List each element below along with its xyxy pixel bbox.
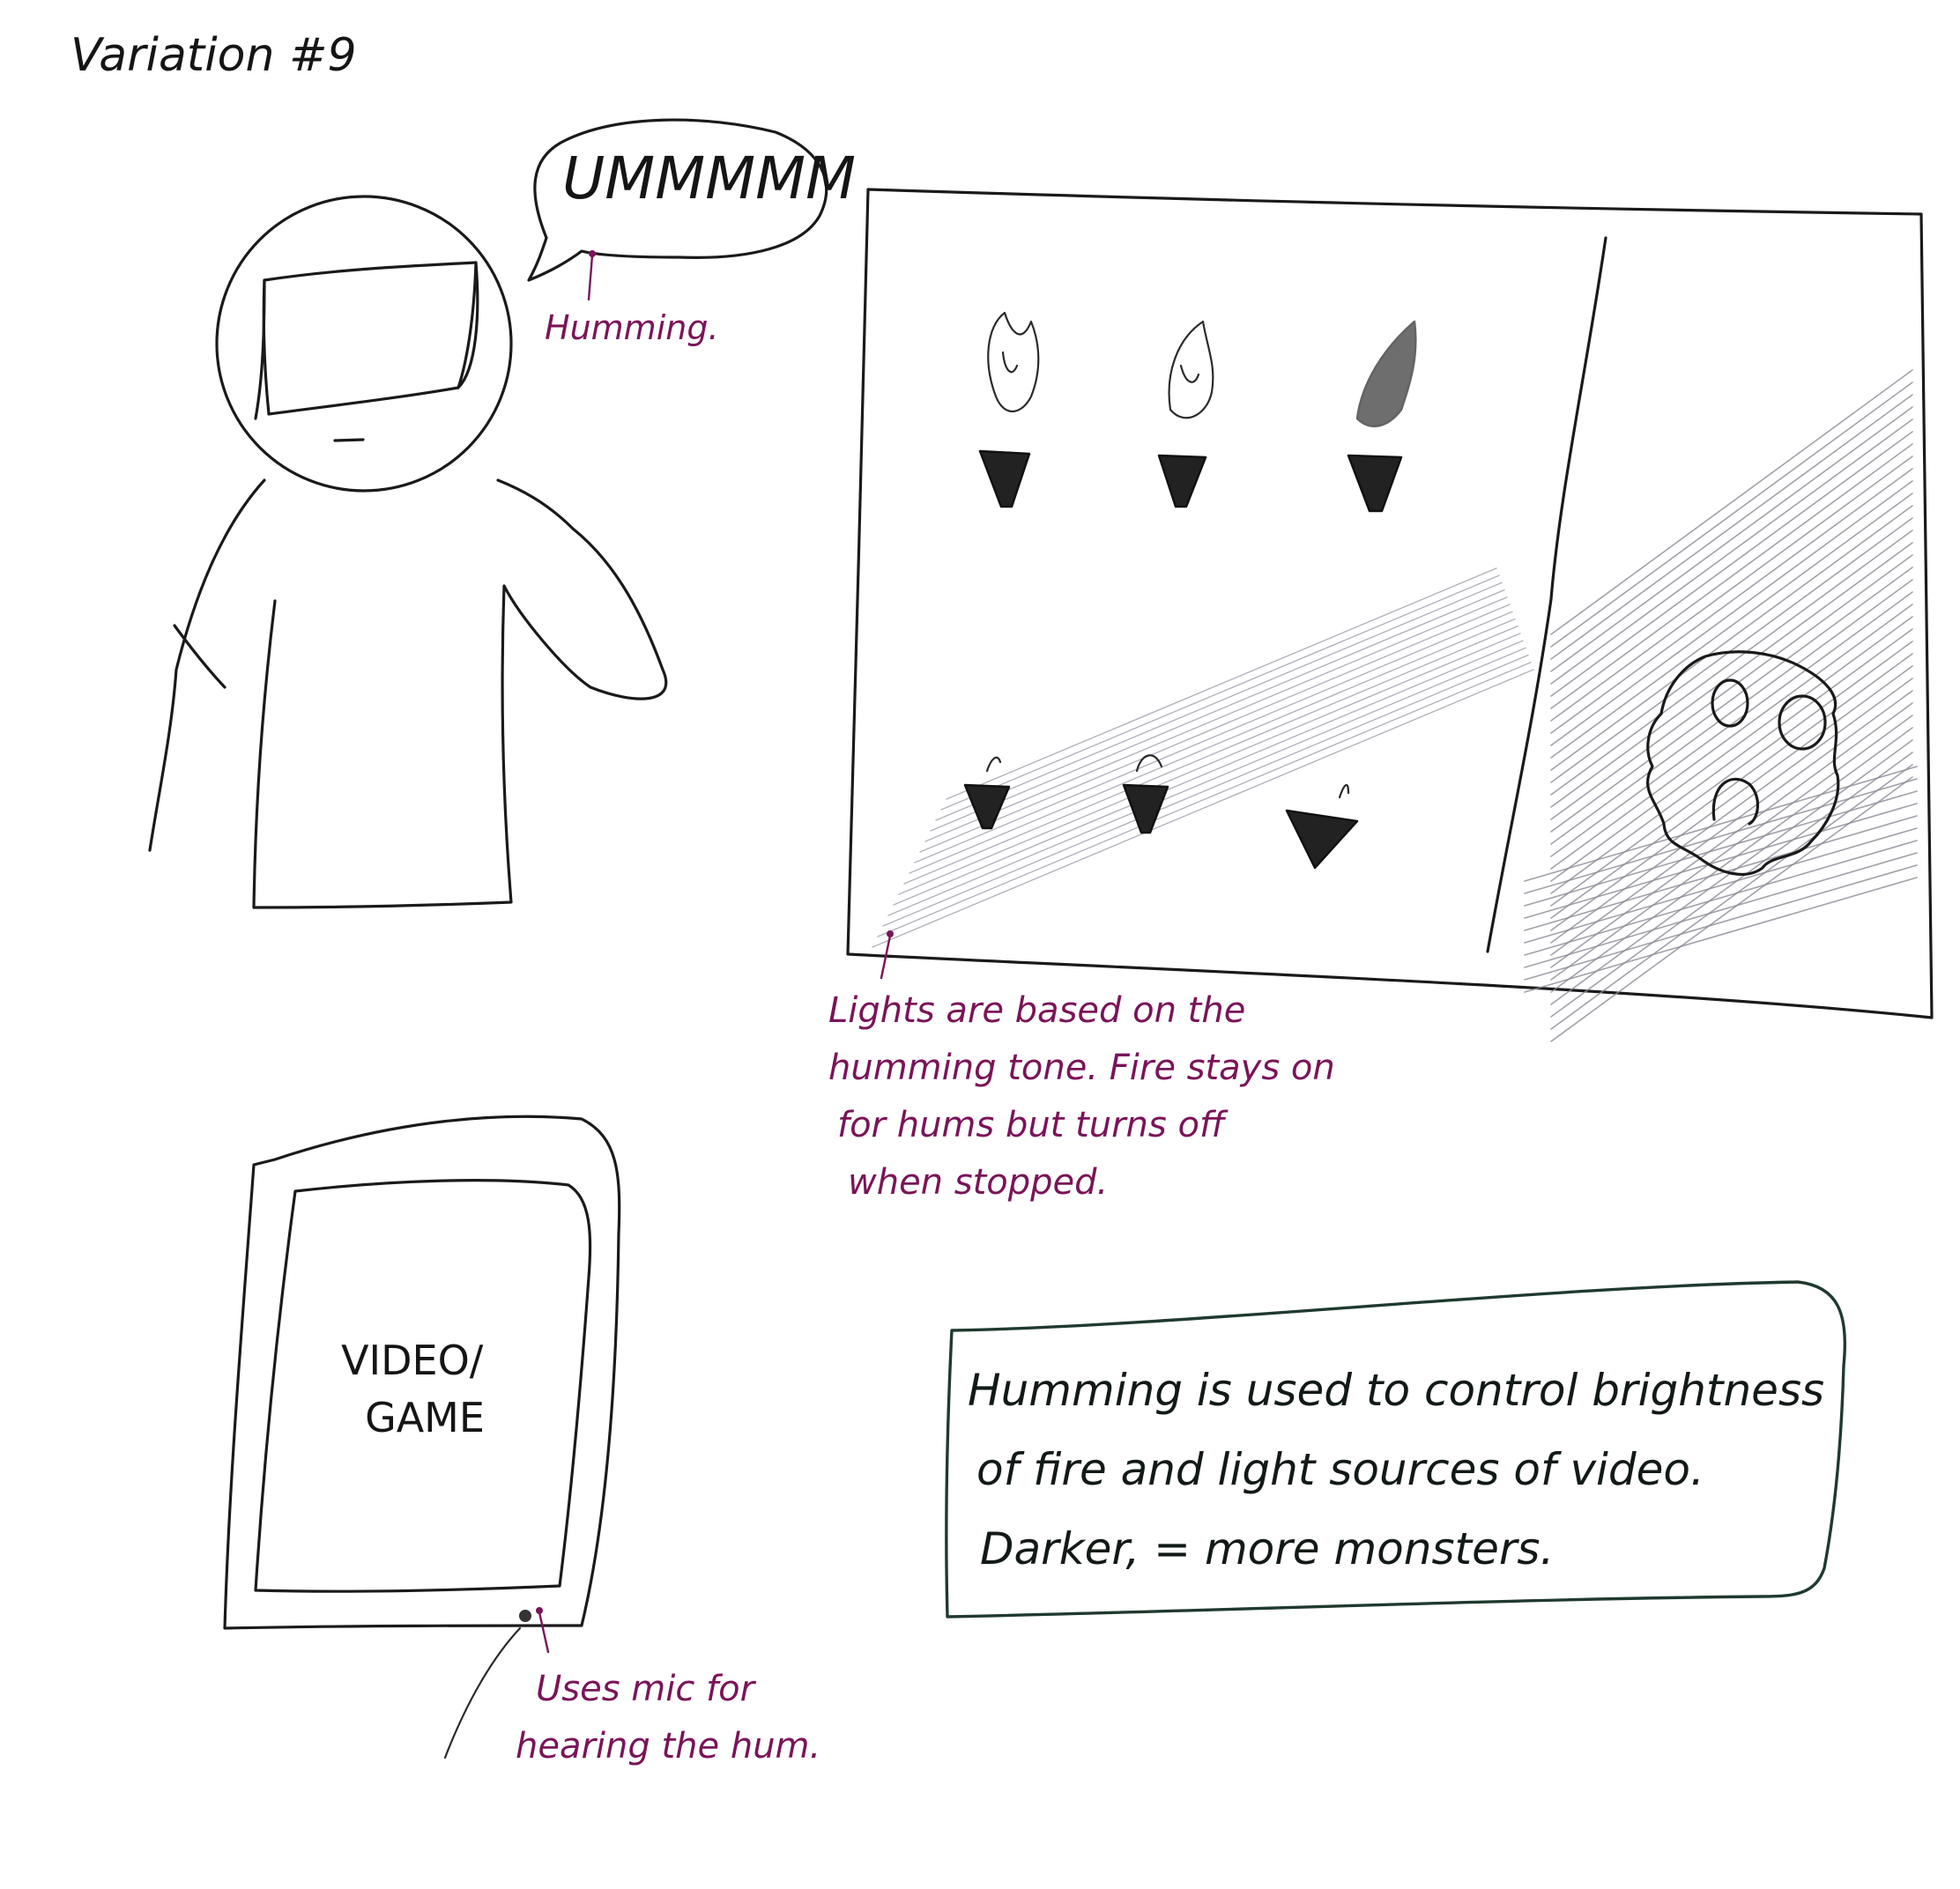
ground-hatching	[872, 567, 1534, 948]
mic-note-line-2: hearing the hum.	[516, 1726, 820, 1767]
svg-text:Humming is used to control bri: Humming is used to control brightness of…	[968, 1365, 1838, 1574]
svg-text:Uses mic for hearing the: Uses mic for hearing the hum.	[516, 1669, 820, 1767]
game-scene-panel	[846, 188, 1934, 1042]
summary-line-2: of fire and light sources of video.	[976, 1444, 1704, 1495]
humming-annotation: Humming.	[545, 250, 719, 347]
monster	[1646, 650, 1840, 876]
device-label-line-1: VIDEO/	[341, 1337, 484, 1384]
torch-lit-1	[978, 311, 1040, 508]
torch-lit-3	[1347, 320, 1417, 513]
monster-mouth	[1711, 777, 1759, 826]
page-title: Variation #9	[71, 29, 357, 82]
summary-line-3: Darker, = more monsters.	[980, 1523, 1554, 1574]
wall-hatching	[1524, 369, 1918, 1042]
lights-note-line-1: Lights are based on the	[828, 990, 1245, 1031]
person-mouth	[333, 438, 365, 442]
speech-bubble: UMMMMM	[527, 118, 856, 282]
speech-bubble-text: UMMMMM	[562, 144, 856, 212]
tablet-device: VIDEO/ GAME	[223, 1115, 621, 1759]
sketch-canvas: Variation #9 UMMMMM Humming. Lights are …	[71, 29, 1934, 1767]
device-label-line-2: GAME	[365, 1394, 485, 1441]
svg-text:Lights are based on the: Lights are based on the humming tone. Fi…	[828, 990, 1346, 1203]
monster-eye-left	[1711, 678, 1749, 728]
humming-note: Humming.	[545, 308, 719, 347]
lights-note-line-4: when stopped.	[848, 1162, 1108, 1203]
torch-dim-2	[1122, 754, 1169, 834]
torch-dim-3	[1285, 783, 1359, 870]
lights-note-line-3: for hums but turns off	[837, 1105, 1229, 1145]
lights-annotation: Lights are based on the humming tone. Fi…	[828, 930, 1346, 1203]
mic-note-line-1: Uses mic for	[536, 1669, 757, 1709]
lights-note-line-2: humming tone. Fire stays on	[828, 1048, 1335, 1088]
microphone-icon	[519, 1610, 531, 1622]
person-figure	[148, 195, 668, 909]
svg-text:VIDEO/ GAME: VIDEO/ GAME	[341, 1337, 496, 1441]
headset-visor	[262, 261, 478, 416]
person-body	[148, 478, 668, 909]
torch-lit-2	[1157, 320, 1214, 508]
scene-divider	[1486, 236, 1607, 953]
summary-line-1: Humming is used to control brightness	[968, 1365, 1824, 1416]
summary-box: Humming is used to control brightness of…	[945, 1280, 1847, 1619]
mic-annotation: Uses mic for hearing the hum.	[516, 1607, 820, 1767]
person-head	[215, 195, 513, 493]
